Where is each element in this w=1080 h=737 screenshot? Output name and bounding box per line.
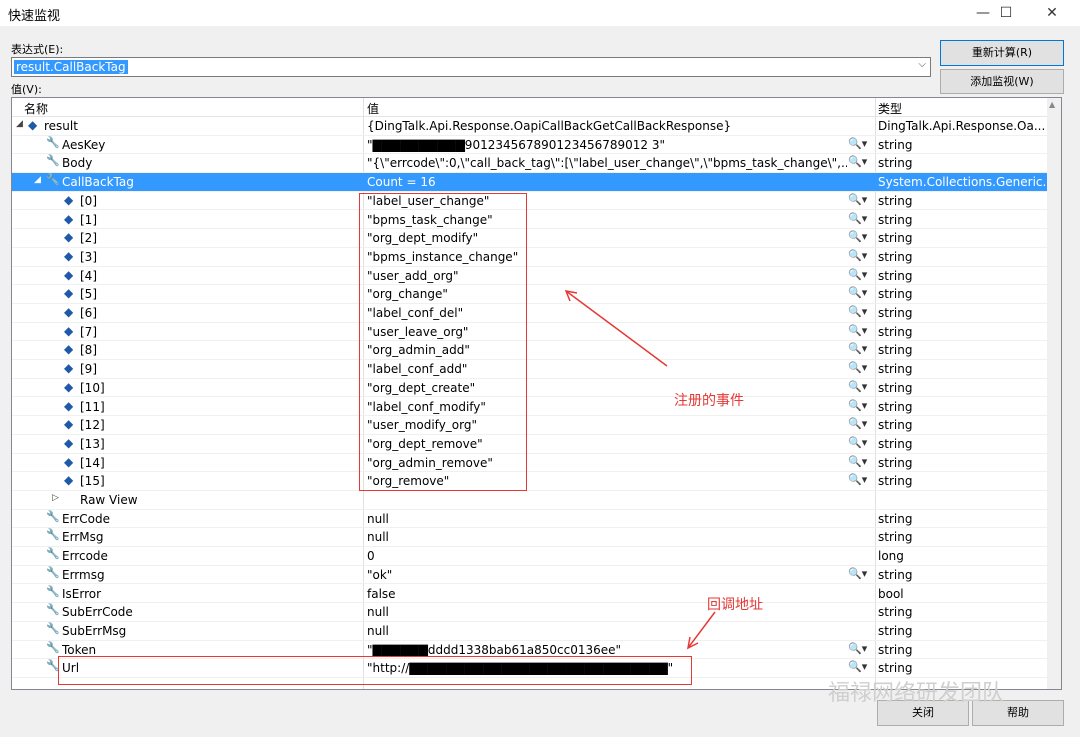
watermark: 福禄网络研发团队 bbox=[828, 681, 1005, 706]
events-annotation: 注册的事件 bbox=[674, 393, 744, 409]
events-arrow bbox=[565, 290, 668, 367]
url-arrow bbox=[687, 611, 716, 649]
callback-url-annotation: 回调地址 bbox=[707, 597, 763, 613]
annotation-arrows bbox=[564, 290, 716, 650]
